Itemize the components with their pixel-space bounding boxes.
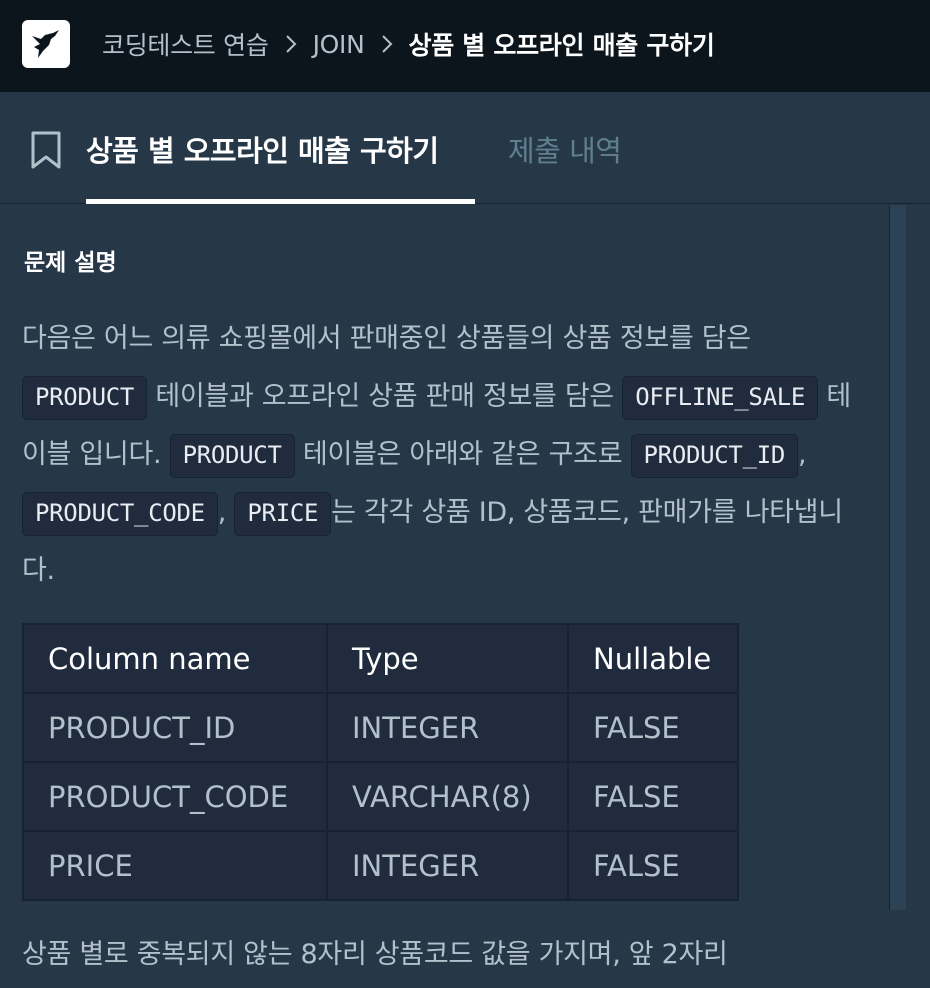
code-offline-sale: OFFLINE_SALE bbox=[622, 375, 819, 420]
table-header-cell: Nullable bbox=[567, 623, 739, 694]
breadcrumb-item-coding-test[interactable]: 코딩테스트 연습 bbox=[102, 26, 269, 62]
table-row: PRICE INTEGER FALSE bbox=[22, 830, 739, 901]
table-row: PRODUCT_ID INTEGER FALSE bbox=[22, 692, 739, 763]
table-header-cell: Column name bbox=[22, 623, 328, 694]
description-text: , bbox=[217, 497, 227, 528]
table-cell: INTEGER bbox=[326, 830, 569, 901]
breadcrumb-item-join[interactable]: JOIN bbox=[313, 30, 365, 59]
table-cell: FALSE bbox=[567, 692, 739, 763]
description-text: 테이블과 오프라인 상품 판매 정보를 담은 bbox=[155, 381, 614, 412]
schema-table: Column name Type Nullable PRODUCT_ID INT… bbox=[22, 623, 739, 901]
table-cell: VARCHAR(8) bbox=[326, 761, 569, 832]
tab-problem[interactable]: 상품 별 오프라인 매출 구하기 bbox=[86, 128, 439, 168]
chevron-right-icon bbox=[285, 34, 297, 54]
bookmark-icon[interactable] bbox=[30, 130, 62, 174]
scrollbar[interactable] bbox=[889, 205, 906, 910]
top-bar: 코딩테스트 연습 JOIN 상품 별 오프라인 매출 구하기 bbox=[0, 0, 930, 92]
code-product: PRODUCT bbox=[22, 375, 148, 420]
table-cell: PRODUCT_ID bbox=[22, 692, 328, 763]
table-cell: PRICE bbox=[22, 830, 328, 901]
table-row: PRODUCT_CODE VARCHAR(8) FALSE bbox=[22, 761, 739, 832]
code-price: PRICE bbox=[234, 491, 332, 536]
table-header-cell: Type bbox=[326, 623, 569, 694]
description-text: 테이블은 아래와 같은 구조로 bbox=[302, 439, 623, 470]
tab-submissions[interactable]: 제출 내역 bbox=[508, 128, 622, 168]
chevron-right-icon bbox=[381, 34, 393, 54]
code-product-code: PRODUCT_CODE bbox=[22, 491, 218, 536]
table-header-row: Column name Type Nullable bbox=[22, 623, 739, 694]
tab-active-underline bbox=[86, 199, 475, 204]
table-cell: FALSE bbox=[567, 830, 739, 901]
breadcrumb: 코딩테스트 연습 JOIN 상품 별 오프라인 매출 구하기 bbox=[102, 26, 715, 62]
code-product: PRODUCT bbox=[169, 433, 295, 478]
table-cell: PRODUCT_CODE bbox=[22, 761, 328, 832]
hummingbird-logo-icon[interactable] bbox=[22, 20, 70, 68]
description-text: , bbox=[798, 439, 807, 470]
problem-description-continued: 상품 별로 중복되지 않는 8자리 상품코드 값을 가지며, 앞 2자리 bbox=[22, 939, 728, 970]
table-cell: INTEGER bbox=[326, 692, 569, 763]
problem-description: 다음은 어느 의류 쇼핑몰에서 판매중인 상품들의 상품 정보를 담은 PROD… bbox=[22, 310, 872, 600]
section-title: 문제 설명 bbox=[24, 250, 117, 276]
description-text: 다음은 어느 의류 쇼핑몰에서 판매중인 상품들의 상품 정보를 담은 bbox=[22, 323, 751, 354]
table-cell: FALSE bbox=[567, 761, 739, 832]
breadcrumb-current: 상품 별 오프라인 매출 구하기 bbox=[408, 31, 715, 60]
code-product-id: PRODUCT_ID bbox=[630, 433, 799, 478]
